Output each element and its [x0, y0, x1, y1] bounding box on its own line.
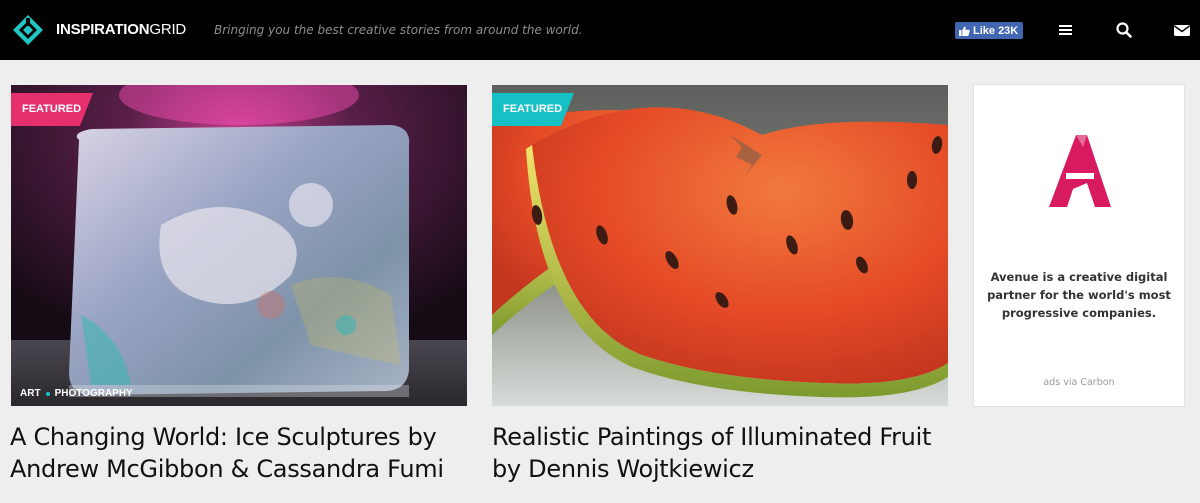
post-image-watermelon[interactable]: FEATURED	[492, 85, 948, 406]
ads-via-carbon-link[interactable]: ads via Carbon	[974, 377, 1184, 388]
facebook-like-label: Like 23K	[973, 24, 1019, 37]
post-title[interactable]: Realistic Paintings of Illuminated Fruit…	[492, 421, 962, 485]
thumbs-up-icon	[959, 26, 970, 36]
post-title[interactable]: A Changing World: Ice Sculptures by Andr…	[10, 421, 480, 485]
ice-sculpture-illustration	[11, 85, 467, 406]
post-title-line: Andrew McGibbon & Cassandra Fumi	[10, 455, 444, 483]
mail-icon[interactable]	[1172, 20, 1192, 40]
carbon-ad[interactable]: Avenue is a creative digital partner for…	[973, 84, 1185, 407]
avenue-logo-icon	[1049, 135, 1111, 207]
category-separator	[45, 391, 50, 396]
featured-badge[interactable]: FEATURED	[11, 93, 93, 126]
brand-name-light: GRID	[149, 21, 187, 38]
brand-name[interactable]: INSPIRATIONGRID	[56, 21, 186, 38]
site-tagline: Bringing you the best creative stories f…	[214, 23, 583, 37]
watermelon-painting-illustration	[492, 85, 948, 406]
post-categories: ART PHOTOGRAPHY	[20, 388, 133, 399]
brand-name-bold: INSPIRATION	[56, 21, 150, 38]
featured-badge[interactable]: FEATURED	[492, 93, 574, 126]
category-photography-link[interactable]: PHOTOGRAPHY	[55, 388, 133, 399]
search-icon[interactable]	[1114, 20, 1134, 40]
post-title-line: A Changing World: Ice Sculptures by	[10, 423, 437, 451]
post-title-line: by Dennis Wojtkiewicz	[492, 455, 754, 483]
inspirationgrid-logo-icon[interactable]	[12, 14, 44, 46]
post-image-ice-sculpture[interactable]: FEATURED ART PHOTOGRAPHY	[11, 85, 467, 406]
menu-icon[interactable]	[1056, 20, 1076, 40]
site-header: INSPIRATIONGRID Bringing you the best cr…	[0, 0, 1200, 60]
post-title-line: Realistic Paintings of Illuminated Fruit	[492, 423, 932, 451]
ad-text[interactable]: Avenue is a creative digital partner for…	[984, 268, 1174, 322]
category-art-link[interactable]: ART	[20, 388, 41, 399]
facebook-like-button[interactable]: Like 23K	[955, 22, 1024, 39]
